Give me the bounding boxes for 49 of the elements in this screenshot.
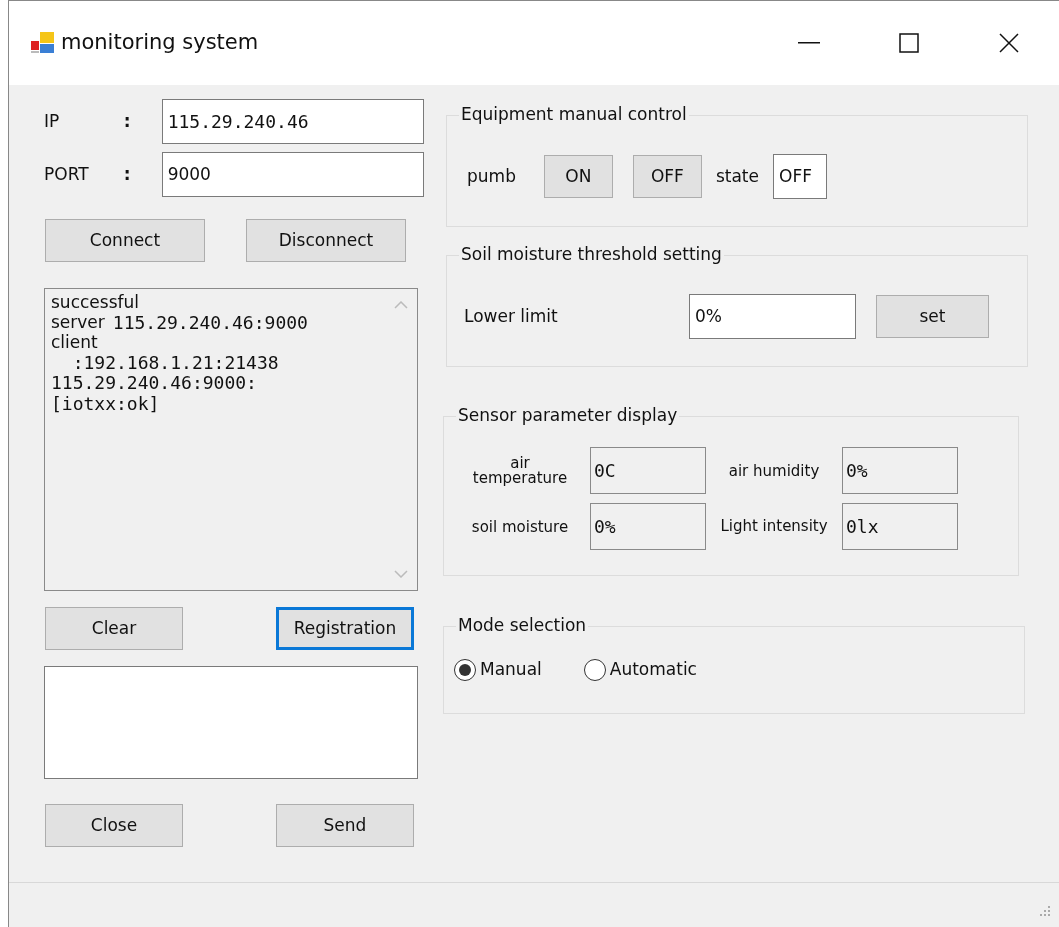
readout-field: 0% <box>842 447 958 494</box>
push-button[interactable]: set <box>876 295 989 338</box>
separator: : <box>123 109 132 133</box>
separator: : <box>123 162 132 186</box>
readout-field: 0lx <box>842 503 958 550</box>
push-button[interactable]: Close <box>45 804 183 847</box>
field-label: IP <box>44 109 61 133</box>
push-button[interactable]: Connect <box>45 219 205 262</box>
resize-grip-icon <box>1037 905 1051 919</box>
message-input[interactable] <box>44 666 418 779</box>
readout-field: 0% <box>590 503 706 550</box>
push-button[interactable]: Disconnect <box>246 219 406 262</box>
log-text: :192.168.1.21:21438 <box>71 352 280 374</box>
push-button[interactable]: OFF <box>632 155 702 198</box>
field-label: Lower limit <box>464 304 559 328</box>
log-text: successful <box>51 293 140 313</box>
input-field[interactable]: 9000 <box>161 152 424 197</box>
log-text: 115.29.240.46:9000: <box>51 373 258 395</box>
device-label: pumb <box>467 164 516 188</box>
radio-label: Manual <box>480 658 542 681</box>
field-label: soil moisture <box>470 517 570 536</box>
input-field[interactable]: 0% <box>689 294 856 339</box>
close-icon <box>999 33 1019 53</box>
push-button[interactable]: ON <box>543 155 613 198</box>
state-field: OFF <box>773 154 827 199</box>
log-box[interactable]: successful server 115.29.240.46:9000 client :192.168.1.21:21438 115.29.240.46:9000: [iotxx:ok] <box>44 288 418 591</box>
scroll-up-icon <box>394 301 408 309</box>
radio-button[interactable] <box>583 658 606 681</box>
radio-label: Automatic <box>609 658 697 681</box>
readout-field: 0C <box>590 447 706 494</box>
log-text: client <box>51 333 99 353</box>
state-label: state <box>715 164 759 188</box>
push-button[interactable]: Send <box>276 804 414 847</box>
field-label: PORT <box>44 162 90 186</box>
log-text: 115.29.240.46:9000 <box>112 312 308 334</box>
maximize-icon <box>899 33 919 53</box>
field-label: air temperature <box>471 456 569 485</box>
field-label: Light intensity <box>719 519 829 534</box>
scroll-down-icon <box>394 570 408 578</box>
window-title: monitoring system <box>61 29 259 57</box>
log-text: server <box>51 312 105 334</box>
input-field[interactable]: 115.29.240.46 <box>161 99 424 144</box>
minimize-icon <box>798 42 820 44</box>
push-button[interactable]: Registration <box>276 607 414 650</box>
field-label: air humidity <box>727 461 821 480</box>
push-button[interactable]: Clear <box>45 607 183 650</box>
log-text: [iotxx:ok] <box>51 394 161 415</box>
app-icon <box>31 32 55 54</box>
radio-button[interactable] <box>454 658 476 681</box>
